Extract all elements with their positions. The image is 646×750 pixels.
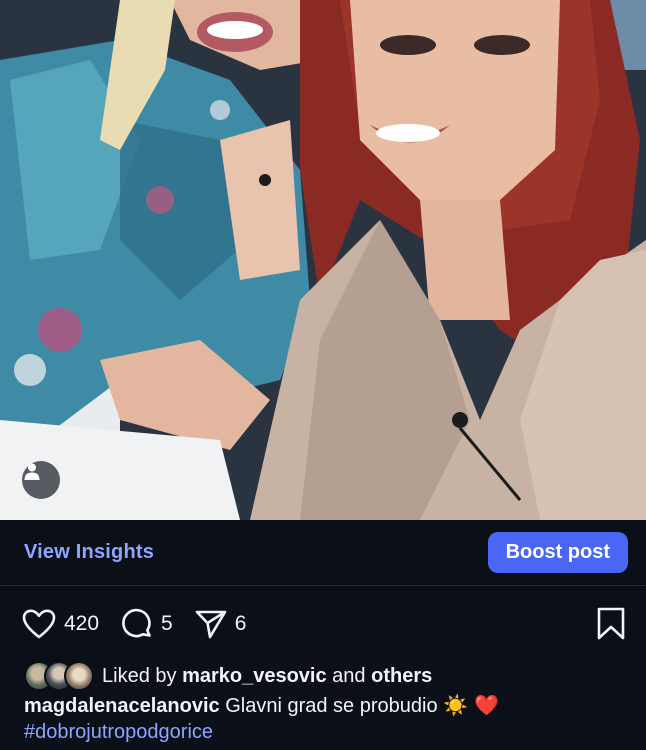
- comment-count[interactable]: 5: [161, 612, 173, 636]
- post-photo[interactable]: [0, 0, 646, 520]
- liked-by-row[interactable]: Liked by marko_vesovic and others: [24, 660, 432, 692]
- liked-by-and: and: [332, 664, 366, 687]
- photo-illustration: [0, 0, 646, 520]
- send-icon[interactable]: [195, 609, 227, 639]
- tagged-people-button[interactable]: [22, 461, 60, 499]
- heart-icon[interactable]: [22, 609, 56, 639]
- person-icon: [24, 463, 40, 480]
- caption-emojis: ☀️ ❤️: [443, 693, 500, 717]
- bookmark-icon[interactable]: [596, 607, 626, 641]
- post-caption: magdalenacelanovic Glavni grad se probud…: [24, 692, 634, 745]
- liked-by-prefix: Liked by: [102, 664, 177, 687]
- avatar: [64, 661, 94, 691]
- like-action: 420: [22, 609, 99, 639]
- insights-bar: View Insights Boost post: [0, 520, 646, 586]
- caption-text: Glavni grad se probudio: [225, 695, 438, 717]
- caption-username[interactable]: magdalenacelanovic: [24, 695, 220, 717]
- post-actions: 420 5 6: [0, 600, 646, 648]
- comment-icon[interactable]: [121, 608, 153, 640]
- boost-post-button[interactable]: Boost post: [487, 532, 628, 573]
- comment-action: 5: [121, 608, 173, 640]
- liker-avatars[interactable]: [24, 661, 94, 691]
- view-insights-link[interactable]: View Insights: [24, 541, 154, 564]
- caption-hashtag[interactable]: #dobrojutropodgorice: [24, 719, 634, 745]
- liked-by-others[interactable]: others: [371, 665, 432, 688]
- share-action: 6: [195, 609, 247, 639]
- share-count[interactable]: 6: [235, 612, 247, 636]
- liked-by-user[interactable]: marko_vesovic: [182, 665, 327, 688]
- like-count[interactable]: 420: [64, 612, 99, 636]
